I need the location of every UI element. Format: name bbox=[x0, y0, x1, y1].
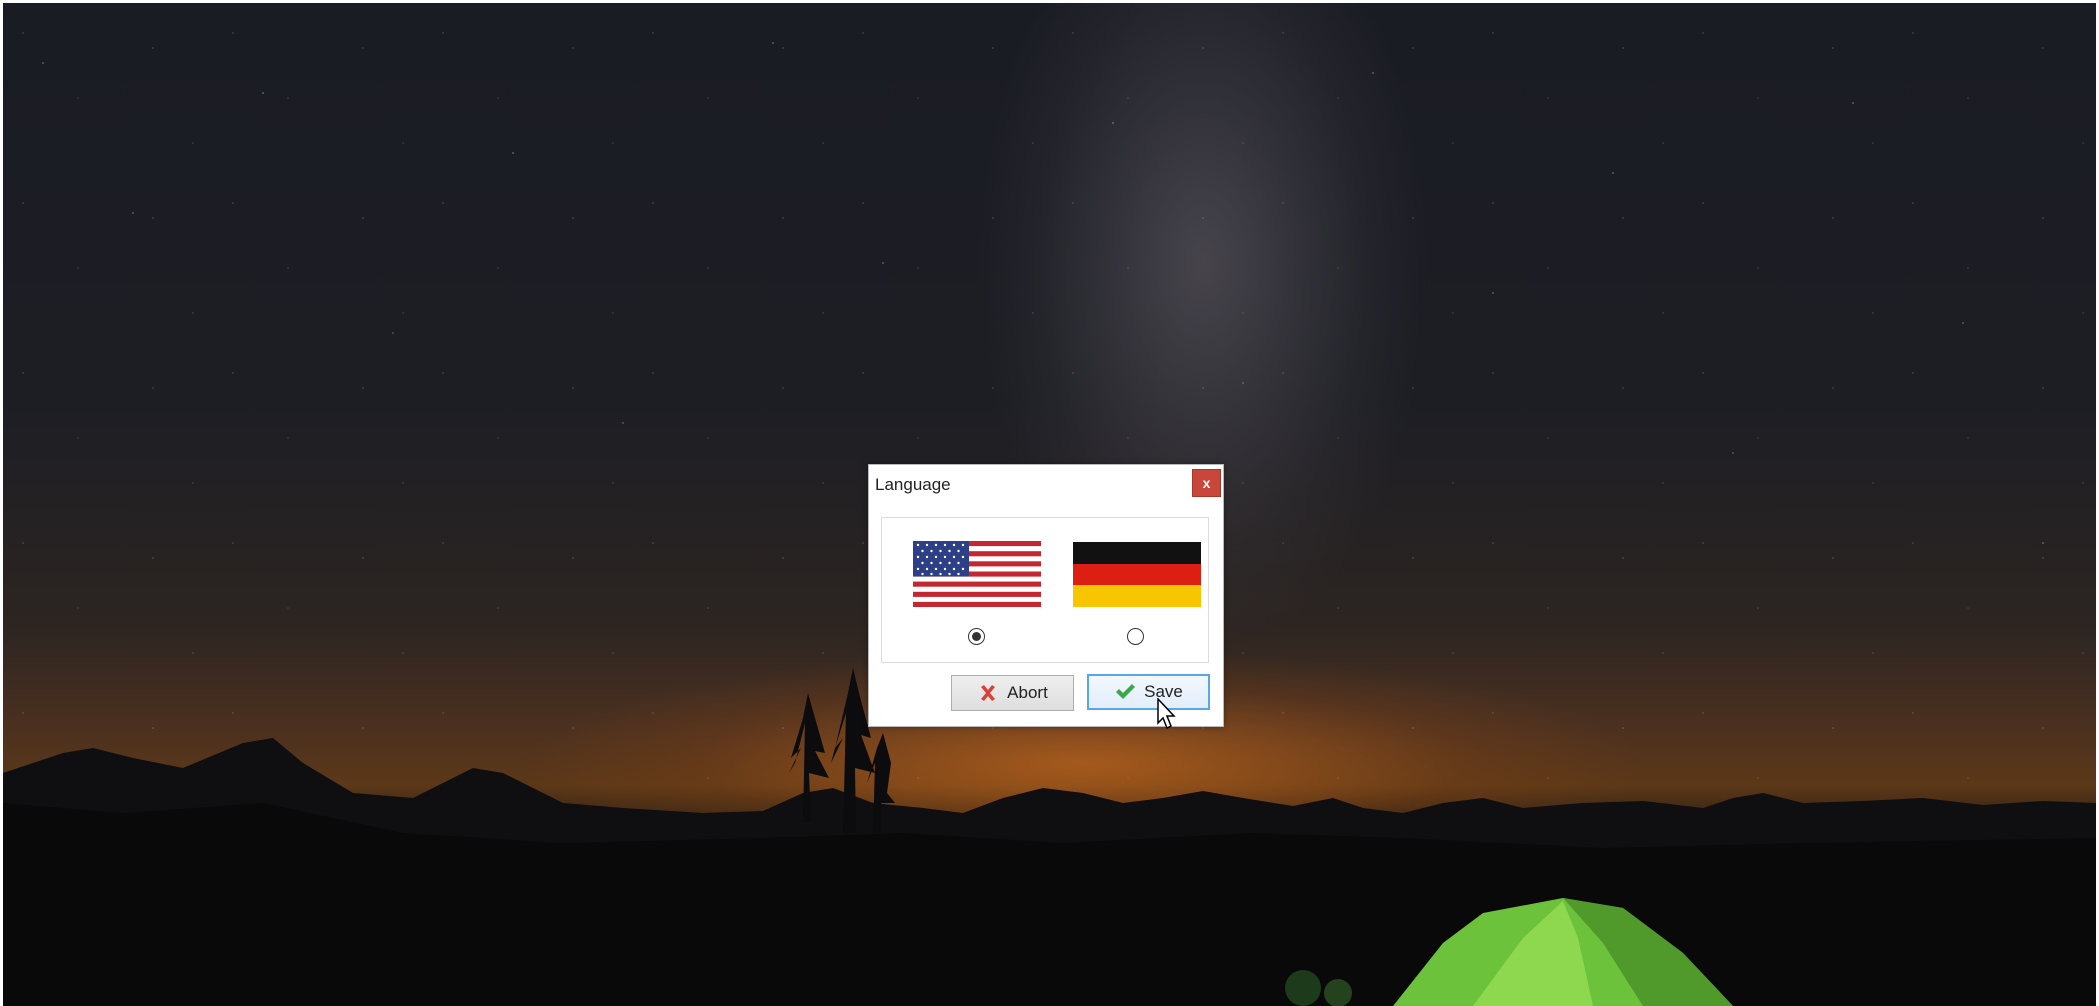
radio-selected-dot bbox=[972, 632, 981, 641]
abort-label: Abort bbox=[1007, 683, 1048, 702]
germany-flag-icon[interactable] bbox=[1073, 542, 1201, 607]
language-dialog: Language x Abort Save bbox=[868, 464, 1224, 727]
german-radio-button[interactable] bbox=[1127, 628, 1144, 645]
checkmark-icon bbox=[1116, 684, 1136, 699]
mouse-pointer-icon bbox=[1157, 698, 1176, 730]
x-cross-icon bbox=[981, 685, 996, 701]
abort-button[interactable]: Abort bbox=[951, 675, 1074, 711]
close-button[interactable]: x bbox=[1192, 469, 1221, 497]
us-flag-icon[interactable] bbox=[913, 541, 1041, 607]
language-options-panel bbox=[881, 517, 1209, 663]
dialog-title: Language bbox=[875, 475, 951, 494]
save-button[interactable]: Save bbox=[1087, 674, 1210, 710]
english-radio-button[interactable] bbox=[968, 628, 985, 645]
